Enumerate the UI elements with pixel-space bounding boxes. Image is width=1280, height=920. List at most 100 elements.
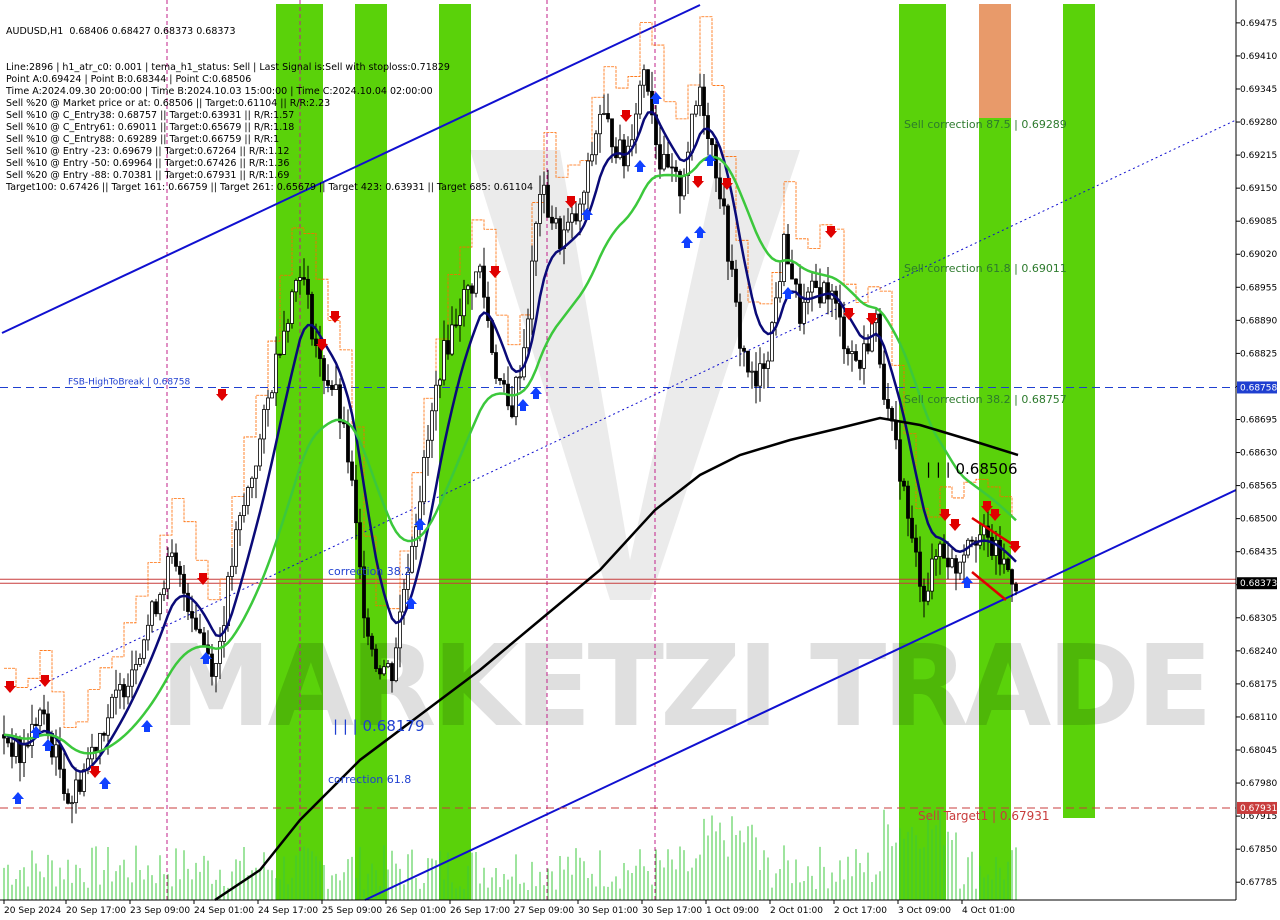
candle-body [814,280,818,288]
candle-body [742,347,746,352]
x-tick-label: 20 Sep 17:00 [66,906,126,916]
annotation-label: Sell correction 38.2 | 0.68757 [904,393,1067,406]
candle-body [622,139,626,167]
candle-body [302,277,306,280]
x-tick-label: 30 Sep 17:00 [642,906,702,916]
candle-body [82,769,86,792]
candle-body [358,522,362,568]
candle-body [606,113,610,120]
y-tick-label: 0.68435 [1240,548,1277,558]
candle-body [554,218,558,224]
x-tick-label: 27 Sep 09:00 [514,906,574,916]
candle-body [526,318,530,349]
candle-body [902,480,906,487]
x-tick-label: 23 Sep 09:00 [130,906,190,916]
info-line: Time A:2024.09.30 20:00:00 | Time B:2024… [6,86,433,97]
candle-body [198,628,202,634]
candle-body [330,384,334,390]
x-tick-label: 24 Sep 01:00 [194,906,254,916]
info-line: Point A:0.69424 | Point B:0.68344 | Poin… [6,74,252,85]
candle-body [214,663,218,677]
y-tick-label: 0.69410 [1240,52,1277,62]
candle-body [846,348,850,355]
candle-body [886,399,890,409]
candle-body [446,340,450,355]
candle-body [718,177,722,200]
candle-body [334,384,338,390]
candle-body [290,291,294,324]
candle-body [598,113,602,135]
y-tick-label: 0.68630 [1240,449,1277,459]
candle-body [962,554,966,563]
candle-body [950,558,954,568]
x-tick-label: 2 Oct 17:00 [834,906,887,916]
candle-body [118,684,122,691]
candle-body [322,358,326,381]
y-tick-label: 0.68045 [1240,746,1277,756]
candle-body [638,84,642,115]
candle-body [570,213,574,223]
candle-body [758,363,762,387]
candle-body [70,802,74,805]
candle-body [922,585,926,602]
candle-body [374,648,378,669]
candle-body [990,536,994,556]
candle-body [714,144,718,179]
time-axis: 20 Sep 2024 20 Sep 17:00 23 Sep 09:00 24 Se… [3,900,1015,916]
candle-body [382,666,386,675]
candle-body [546,184,550,218]
candle-body [454,324,458,327]
indicator-info-panel: AUDUSD,H1 0.68406 0.68427 0.68373 0.6837… [6,2,533,206]
y-tick-label: 0.67785 [1240,878,1277,888]
candle-body [778,281,782,299]
candle-body [422,456,426,503]
candle-body [790,263,794,280]
candle-body [590,154,594,162]
candle-body [286,323,290,332]
candle-body [306,278,310,295]
candle-body [806,291,810,303]
candle-body [1014,583,1018,592]
symbol-line: AUDUSD,H1 0.68406 0.68427 0.68373 0.6837… [6,26,236,37]
annotation-label: Sell correction 61.8 | 0.69011 [904,262,1067,275]
candle-body [434,384,438,412]
candle-body [258,438,262,467]
x-tick-label: 4 Oct 01:00 [962,906,1015,916]
candle-body [150,601,154,626]
y-tick-label: 0.68500 [1240,515,1277,525]
candle-body [894,420,898,441]
candle-body [750,370,754,373]
x-tick-label: 20 Sep 2024 [4,906,61,916]
candle-body [58,744,62,770]
candle-body [722,198,726,207]
candle-body [130,669,134,687]
annotation-label: correction 61.8 [328,773,411,786]
candle-body [162,588,166,596]
candle-body [690,113,694,153]
candle-body [518,376,522,379]
candle-body [390,663,394,682]
x-tick-label: 26 Sep 01:00 [386,906,446,916]
y-tick-label: 0.69345 [1240,85,1277,95]
candle-body [682,175,686,197]
candle-body [102,732,106,736]
candle-body [482,265,486,298]
candle-body [474,271,478,294]
price-tag-label: 0.67931 [1240,804,1277,814]
y-tick-label: 0.68695 [1240,415,1277,425]
candle-body [338,384,342,423]
candle-body [254,465,258,479]
candle-body [182,573,186,594]
info-line: Sell %10 @ Entry -23: 0.69679 || Target:… [6,146,290,157]
candle-body [998,539,1002,565]
candle-body [26,744,30,747]
candle-body [694,105,698,115]
info-line: Sell %20 @ Entry -88: 0.70381 || Target:… [6,170,290,181]
candle-body [174,552,178,567]
candle-body [662,153,666,170]
candle-body [34,723,38,727]
annotation-label: | | | 0.68506 [926,460,1018,478]
candle-body [202,632,206,646]
candle-body [66,793,70,804]
candle-body [850,351,854,355]
